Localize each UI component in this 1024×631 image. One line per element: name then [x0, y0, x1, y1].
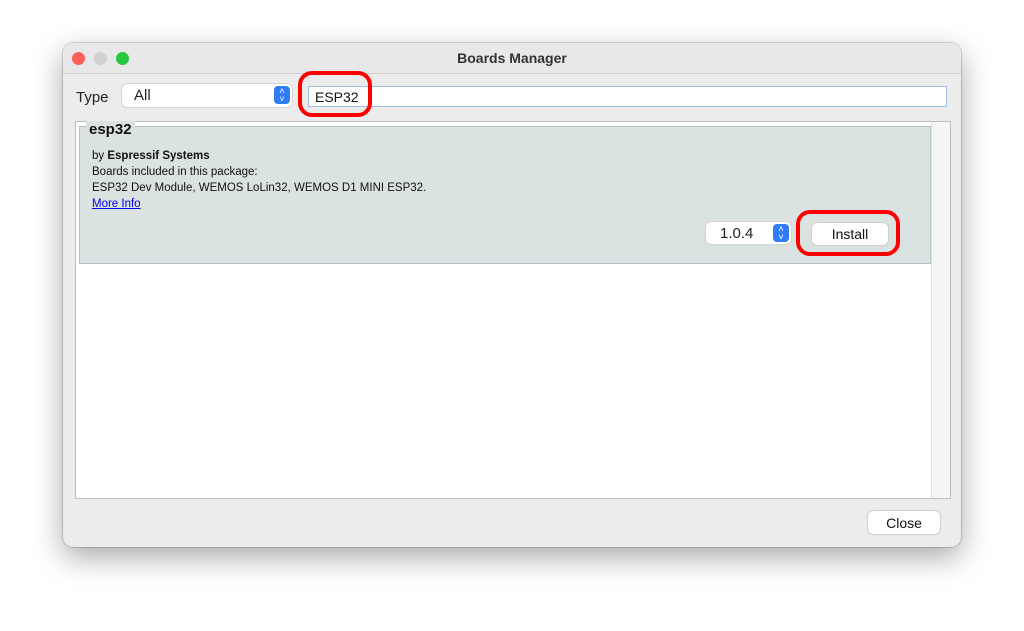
install-button[interactable]: Install: [812, 223, 888, 245]
close-button[interactable]: Close: [868, 511, 940, 534]
boards-manager-window: Boards Manager Type All ˄˅ esp32 by Espr…: [63, 43, 961, 547]
version-value: 1.0.4: [720, 225, 754, 242]
board-entry-esp32[interactable]: esp32 by Espressif Systems Boards includ…: [79, 121, 931, 264]
board-name: esp32: [86, 121, 135, 138]
boards-label: Boards included in this package:: [92, 166, 258, 178]
window-title: Boards Manager: [457, 50, 567, 66]
scrollbar[interactable]: [931, 122, 950, 498]
type-select-value: All: [134, 87, 151, 104]
board-author: Espressif Systems: [107, 150, 210, 162]
search-input[interactable]: [308, 86, 947, 107]
type-select[interactable]: All ˄ ˅: [122, 84, 292, 107]
title-bar: Boards Manager: [63, 43, 961, 74]
more-info-link[interactable]: More Info: [92, 198, 141, 210]
version-select[interactable]: 1.0.4 ˄ ˅: [706, 222, 791, 244]
up-down-chevron-icon: ˄ ˅: [274, 86, 290, 104]
by-prefix: by: [92, 150, 105, 162]
type-label: Type: [76, 89, 109, 106]
boards-list-text: ESP32 Dev Module, WEMOS LoLin32, WEMOS D…: [92, 182, 427, 194]
boards-list: esp32 by Espressif Systems Boards includ…: [75, 121, 951, 499]
up-down-chevron-icon: ˄ ˅: [773, 224, 789, 242]
